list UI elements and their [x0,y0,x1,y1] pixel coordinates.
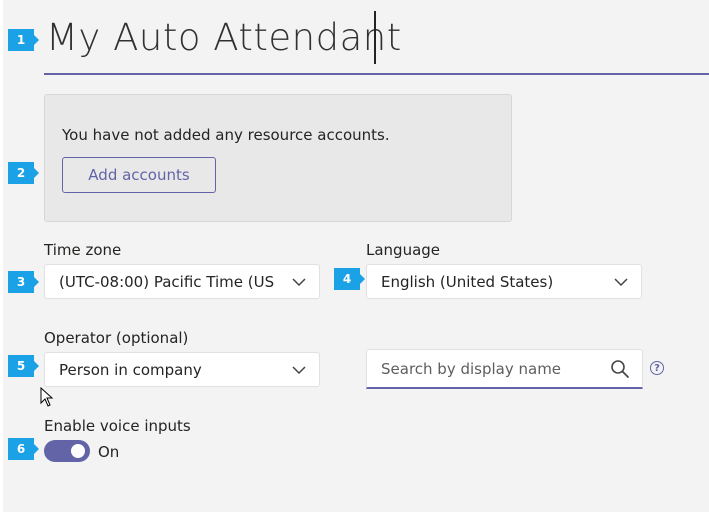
annotation-marker-1: 1 [8,29,39,51]
chevron-down-icon [279,277,319,286]
language-value: English (United States) [381,272,554,291]
text-caret [374,11,376,64]
operator-value: Person in company [59,360,202,379]
annotation-marker-6: 6 [8,438,39,460]
language-label: Language [366,241,441,259]
voice-inputs-state: On [98,443,120,461]
annotation-marker-3: 3 [8,271,39,293]
time-zone-dropdown[interactable]: (UTC-08:00) Pacific Time (US ... [44,264,320,299]
resource-accounts-panel: You have not added any resource accounts… [44,94,512,222]
chevron-down-icon [279,365,319,374]
attendant-name-input[interactable]: My Auto Attendant [46,16,402,59]
resource-accounts-message: You have not added any resource accounts… [62,126,390,144]
time-zone-value: (UTC-08:00) Pacific Time (US ... [59,272,279,291]
add-accounts-button[interactable]: Add accounts [62,157,216,193]
annotation-marker-2: 2 [8,162,39,184]
search-icon[interactable] [598,359,642,379]
left-edge [0,0,3,512]
operator-label: Operator (optional) [44,329,189,347]
annotation-marker-4: 4 [334,268,365,290]
time-zone-label: Time zone [44,241,122,259]
voice-inputs-toggle[interactable] [44,440,90,462]
mouse-pointer-icon [40,386,54,411]
operator-search-input[interactable] [367,358,598,379]
help-icon[interactable]: ? [650,361,664,375]
voice-inputs-label: Enable voice inputs [44,417,191,435]
chevron-down-icon [601,277,641,286]
operator-dropdown[interactable]: Person in company [44,352,320,387]
title-underline [44,73,709,75]
annotation-marker-5: 5 [8,355,39,377]
operator-search-box[interactable] [366,349,643,389]
language-dropdown[interactable]: English (United States) [366,264,642,299]
toggle-knob [71,444,85,458]
